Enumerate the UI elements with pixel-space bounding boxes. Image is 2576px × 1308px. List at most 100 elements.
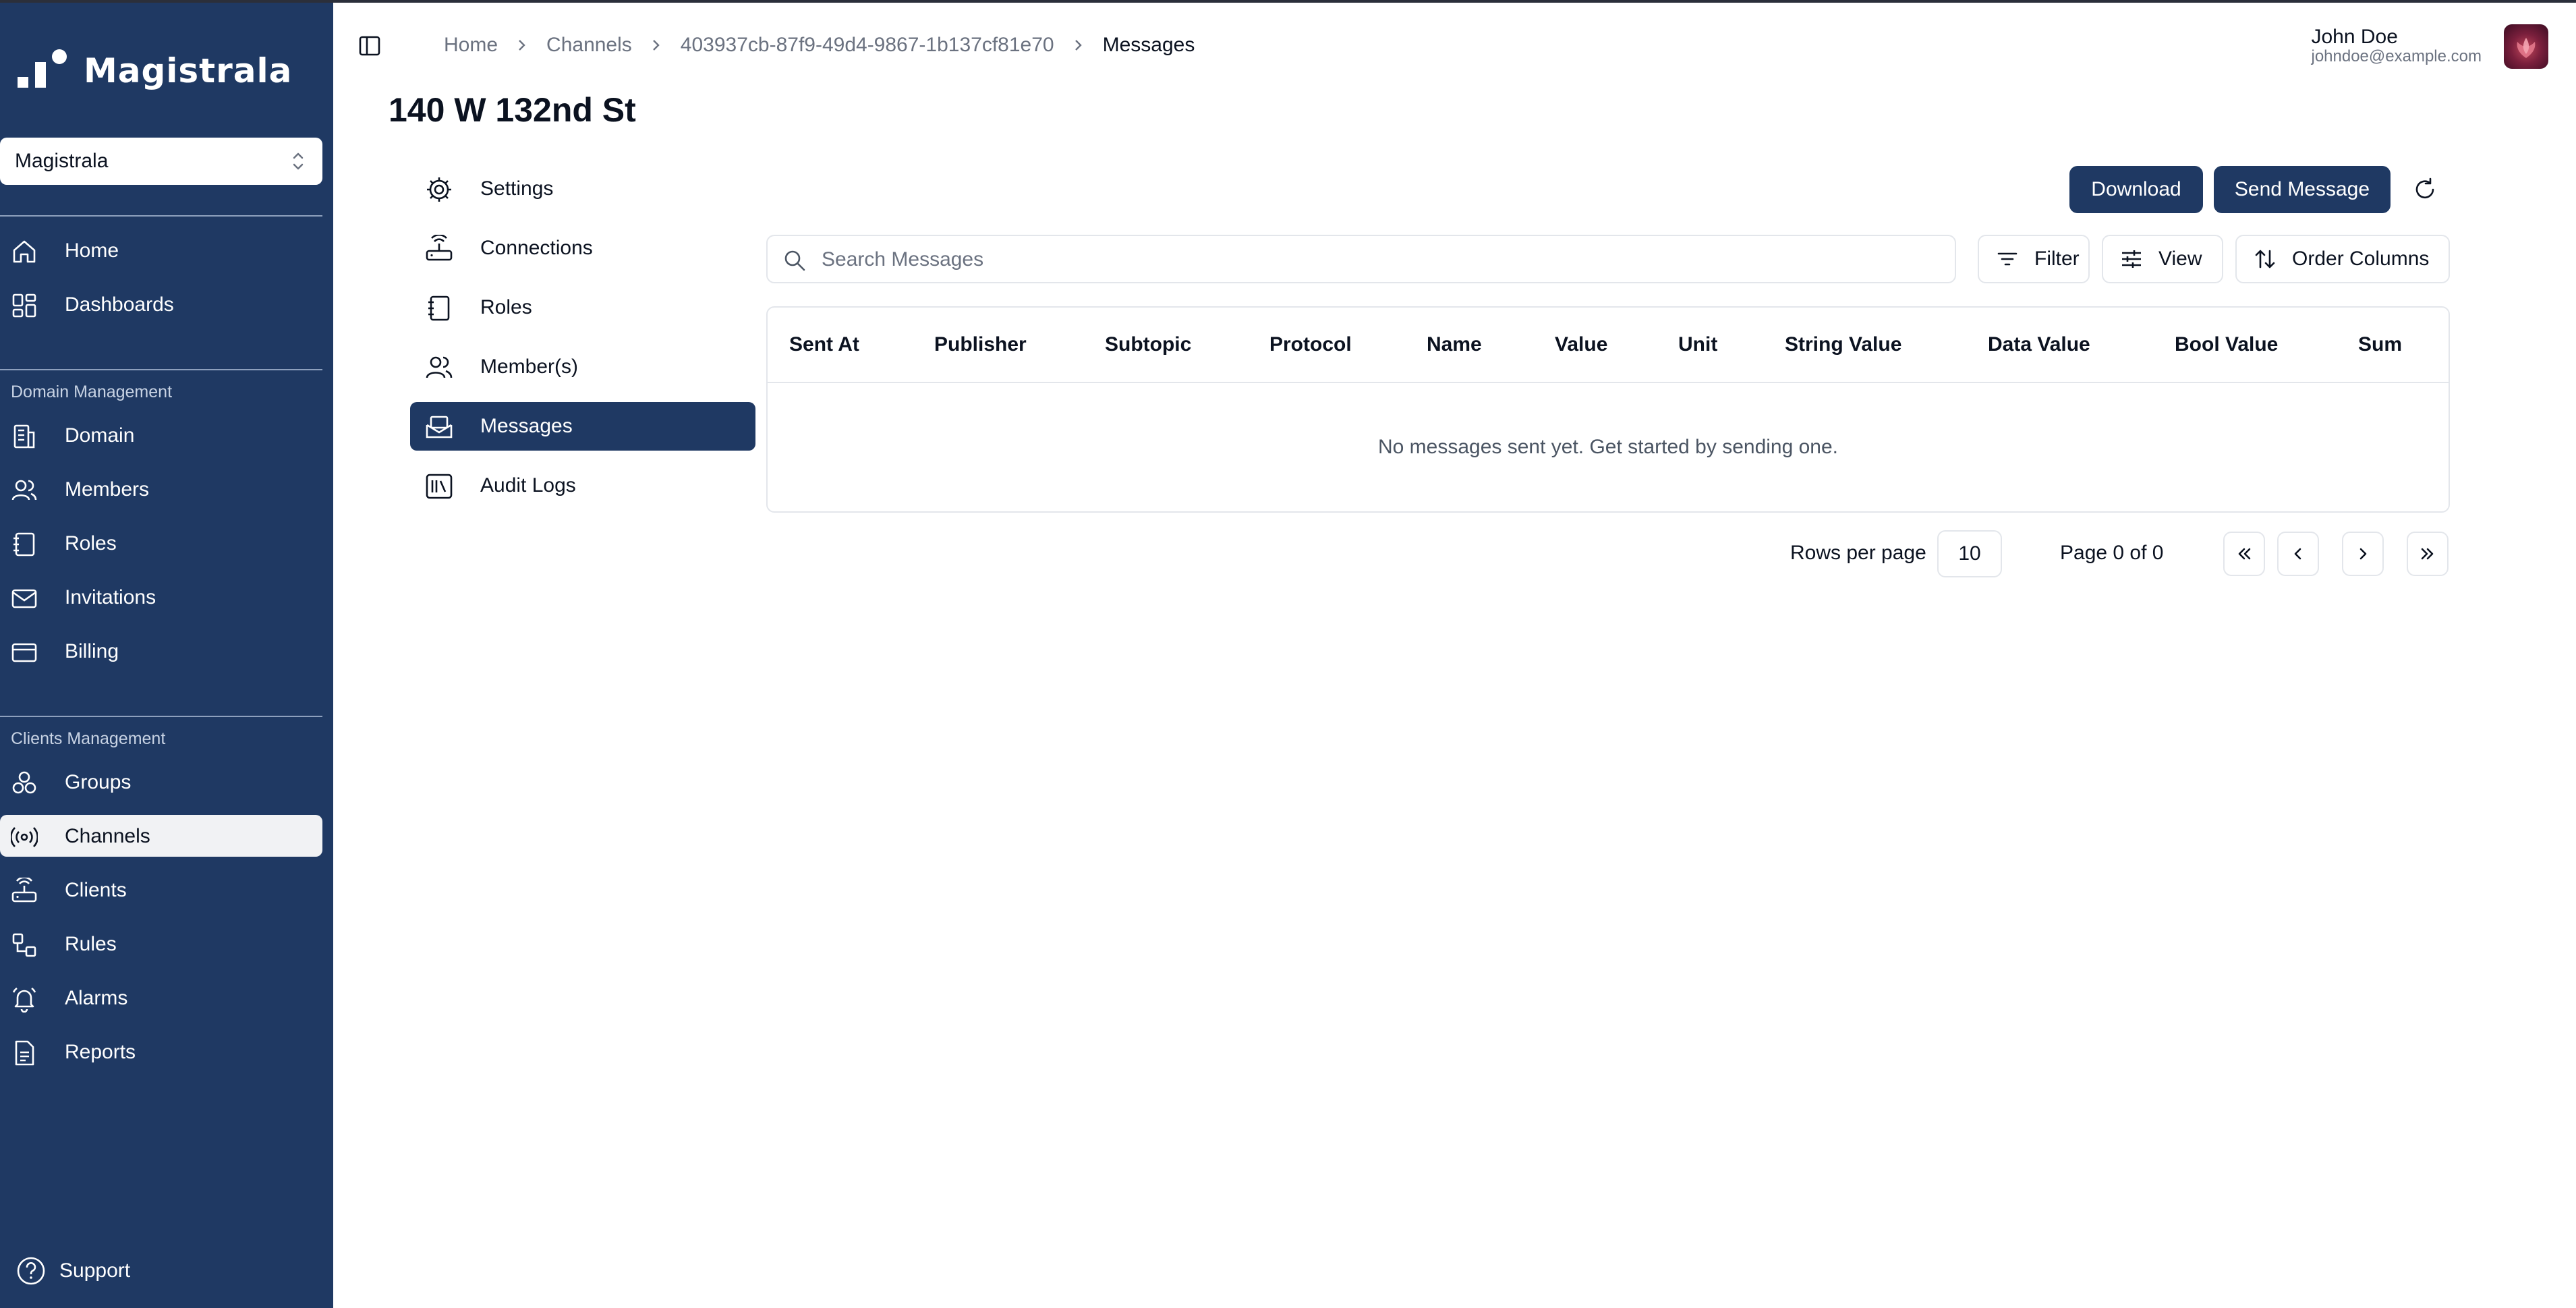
- filter-button[interactable]: Filter: [1978, 235, 2090, 283]
- support-link[interactable]: Support: [16, 1256, 130, 1286]
- column-header-publisher[interactable]: Publisher: [934, 333, 1027, 356]
- sidebar-item-billing[interactable]: Billing: [0, 630, 322, 672]
- sidebar-item-label: Members: [65, 478, 150, 501]
- column-header-unit[interactable]: Unit: [1678, 333, 1717, 356]
- sidebar-item-roles[interactable]: Roles: [0, 522, 322, 564]
- sidebar-divider: [0, 369, 322, 370]
- broadcast-icon: [11, 827, 38, 847]
- messages-table: Sent At Publisher Subtopic Protocol Name…: [766, 306, 2450, 513]
- sidebar-divider: [0, 215, 322, 217]
- chevron-left-icon: [2294, 548, 2301, 560]
- previous-page-button[interactable]: [2277, 532, 2319, 576]
- domain-selector[interactable]: Magistrala: [0, 138, 322, 185]
- avatar[interactable]: [2504, 24, 2548, 69]
- sidebar-toggle-icon[interactable]: [357, 34, 382, 58]
- sidebar-item-dashboards[interactable]: Dashboards: [0, 283, 322, 325]
- channel-nav-connections[interactable]: Connections: [410, 224, 755, 273]
- help-circle-icon: [17, 1257, 45, 1285]
- sidebar-item-groups[interactable]: Groups: [0, 761, 322, 803]
- sidebar-item-invitations[interactable]: Invitations: [0, 576, 322, 618]
- window-top-border: [0, 0, 2576, 3]
- last-page-button[interactable]: [2407, 532, 2449, 576]
- column-header-sum[interactable]: Sum: [2358, 333, 2402, 356]
- sidebar-item-rules[interactable]: Rules: [0, 923, 322, 965]
- column-header-subtopic[interactable]: Subtopic: [1105, 333, 1191, 356]
- members-icon: [426, 356, 453, 378]
- column-header-value[interactable]: Value: [1555, 333, 1607, 356]
- sidebar-item-label: Domain: [65, 424, 135, 447]
- channel-nav-label: Member(s): [480, 356, 579, 378]
- section-heading-domain-management: Domain Management: [11, 382, 173, 401]
- sidebar-item-label: Dashboards: [65, 293, 174, 316]
- breadcrumb-current: Messages: [1102, 34, 1195, 56]
- search-icon: [784, 250, 805, 271]
- channel-nav-messages[interactable]: Messages: [410, 402, 755, 451]
- dashboard-icon: [12, 293, 36, 318]
- groups-icon: [12, 771, 36, 794]
- column-header-string-value[interactable]: String Value: [1785, 333, 1901, 356]
- breadcrumb-home[interactable]: Home: [444, 34, 498, 57]
- router-icon: [426, 235, 453, 261]
- domain-selector-value: Magistrala: [15, 150, 109, 172]
- sort-arrows-icon: [2255, 250, 2275, 268]
- sidebar-item-alarms[interactable]: Alarms: [0, 977, 322, 1019]
- view-button[interactable]: View: [2102, 235, 2223, 283]
- breadcrumb-channels[interactable]: Channels: [546, 34, 632, 57]
- column-header-protocol[interactable]: Protocol: [1269, 333, 1352, 356]
- sidebar-item-channels[interactable]: Channels: [0, 815, 322, 857]
- router-icon: [11, 878, 37, 903]
- sidebar-item-members[interactable]: Members: [0, 468, 322, 510]
- view-label: View: [2158, 248, 2202, 270]
- sidebar-item-label: Reports: [65, 1041, 136, 1063]
- column-header-sent-at[interactable]: Sent At: [789, 333, 859, 356]
- download-button[interactable]: Download: [2069, 166, 2203, 213]
- column-header-name[interactable]: Name: [1427, 333, 1482, 356]
- empty-state-message: No messages sent yet. Get started by sen…: [1377, 436, 1839, 458]
- report-icon: [15, 1040, 34, 1066]
- filter-icon: [1997, 252, 2017, 266]
- gear-icon: [427, 177, 451, 202]
- order-columns-label: Order Columns: [2292, 248, 2430, 270]
- column-header-bool-value[interactable]: Bool Value: [2175, 333, 2278, 356]
- user-menu[interactable]: John Doe johndoe@example.com: [2311, 26, 2482, 66]
- channel-nav-audit-logs[interactable]: Audit Logs: [410, 461, 755, 510]
- channel-nav-members[interactable]: Member(s): [410, 343, 755, 391]
- sidebar: Magistrala Magistrala Home Dashboards Do…: [0, 0, 333, 1308]
- first-page-button[interactable]: [2223, 532, 2265, 576]
- rules-icon: [12, 933, 36, 957]
- column-header-data-value[interactable]: Data Value: [1988, 333, 2090, 356]
- chevrons-left-icon: [2238, 548, 2251, 560]
- order-columns-button[interactable]: Order Columns: [2235, 235, 2450, 283]
- send-message-button[interactable]: Send Message: [2214, 166, 2391, 213]
- domain-icon: [13, 424, 35, 449]
- roles-icon: [428, 295, 450, 321]
- sidebar-item-label: Roles: [65, 532, 117, 555]
- sidebar-item-domain[interactable]: Domain: [0, 414, 322, 456]
- channel-nav-settings[interactable]: Settings: [410, 165, 755, 213]
- home-icon: [13, 240, 36, 263]
- next-page-button[interactable]: [2342, 532, 2384, 576]
- sidebar-item-label: Groups: [65, 771, 132, 793]
- page-title: 140 W 132nd St: [389, 91, 636, 129]
- sidebar-item-label: Alarms: [65, 987, 128, 1009]
- rows-per-page-select[interactable]: 10: [1937, 530, 2002, 577]
- members-icon: [11, 480, 37, 501]
- breadcrumb-channel-id[interactable]: 403937cb-87f9-49d4-9867-1b137cf81e70: [681, 34, 1054, 57]
- brand-name: Magistrala: [84, 51, 293, 90]
- sidebar-item-clients[interactable]: Clients: [0, 869, 322, 911]
- sidebar-item-home[interactable]: Home: [0, 229, 322, 271]
- sidebar-item-label: Rules: [65, 933, 117, 955]
- refresh-icon[interactable]: [2412, 177, 2438, 202]
- chevron-right-icon: [1075, 40, 1082, 51]
- brand-logo[interactable]: Magistrala: [16, 47, 292, 94]
- mail-icon: [11, 589, 37, 608]
- chevron-right-icon: [652, 40, 660, 51]
- channel-nav-roles[interactable]: Roles: [410, 283, 755, 332]
- user-name: John Doe: [2311, 26, 2398, 48]
- sidebar-item-reports[interactable]: Reports: [0, 1031, 322, 1073]
- sidebar-item-label: Invitations: [65, 586, 156, 608]
- roles-icon: [13, 532, 35, 557]
- channel-nav-label: Roles: [480, 296, 532, 318]
- search-input[interactable]: [822, 246, 1901, 274]
- channel-nav-label: Connections: [480, 237, 593, 259]
